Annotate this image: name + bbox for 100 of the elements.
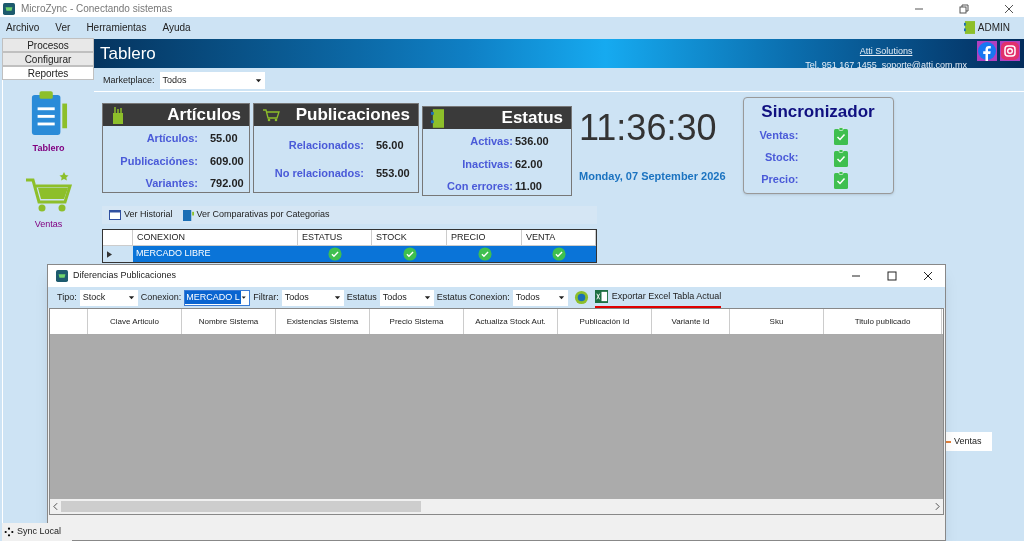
book-icon: [182, 209, 194, 221]
user-name: ADMIN: [977, 21, 1010, 35]
filter-label: Filtrar:: [253, 290, 279, 304]
sidebar-tab[interactable]: Reportes: [2, 66, 94, 80]
dropdown-arrow-icon: [127, 294, 135, 301]
dropdown-arrow-icon: [254, 77, 262, 84]
dropdown-arrow-icon: [557, 294, 565, 301]
column-header[interactable]: Titulo publicado: [824, 309, 942, 334]
instagram-icon[interactable]: [1000, 41, 1020, 61]
column-header[interactable]: CONEXION: [133, 230, 298, 245]
check-icon: [477, 247, 492, 261]
clock-time: 11:36:30: [579, 106, 718, 150]
stat-label: No relacionados:: [273, 166, 364, 181]
menu-item[interactable]: Archivo: [1, 20, 45, 35]
column-header[interactable]: Existencias Sistema: [276, 309, 370, 334]
stat-label: Artículos:: [145, 131, 198, 146]
legend-label: Ventas: [954, 434, 982, 448]
column-header[interactable]: Sku: [730, 309, 824, 334]
company-link[interactable]: Atti Solutions: [859, 45, 913, 59]
stat-label: Activas:: [469, 134, 513, 149]
clipboard-icon: [29, 90, 68, 138]
cart-icon: [262, 108, 280, 122]
stat-value: 553.00: [376, 166, 410, 181]
menu-item[interactable]: Ver: [50, 20, 76, 35]
sync-label: Stock:: [763, 150, 799, 166]
menu-item[interactable]: Ayuda: [157, 20, 196, 35]
horizontal-scrollbar[interactable]: [50, 499, 943, 514]
close-icon[interactable]: [923, 271, 933, 281]
field-label: Marketplace:: [103, 73, 155, 87]
contact-text: Tel. 951 167 1455 soporte@atti.com.mx: [805, 58, 967, 72]
card-title: Estatus: [501, 107, 563, 130]
column-header[interactable]: VENTA: [522, 230, 596, 245]
refresh-icon[interactable]: [573, 290, 589, 305]
scroll-left-icon[interactable]: [53, 503, 58, 510]
stat-label: Inactivas:: [461, 156, 513, 172]
stat-value: 56.00: [376, 137, 404, 153]
column-header[interactable]: Publicación Id: [558, 309, 652, 334]
facebook-icon[interactable]: [977, 41, 997, 61]
filter-dropdown[interactable]: Todos: [379, 289, 434, 306]
card-title: Artículos: [167, 104, 241, 127]
stat-value: 55.00: [210, 131, 238, 146]
sidebar-tab[interactable]: Procesos: [2, 38, 94, 52]
stat-value: 536.00: [515, 134, 549, 149]
card-title: Publicaciones: [295, 104, 410, 127]
stat-label: Con errores:: [445, 179, 513, 194]
filter-dropdown[interactable]: Todos: [512, 289, 568, 306]
spreadsheet-icon: [594, 290, 608, 303]
pencil-cup-icon: [111, 106, 125, 124]
check-icon: [328, 247, 342, 261]
filter-label: Conexion:: [140, 290, 182, 304]
restore-icon[interactable]: [959, 3, 969, 14]
scroll-right-icon[interactable]: [935, 503, 940, 510]
column-header[interactable]: Precio Sistema: [370, 309, 464, 334]
filter-dropdown[interactable]: MERCADO L: [184, 289, 251, 306]
dropdown-arrow-icon: [240, 294, 247, 301]
column-header[interactable]: Variante Id: [652, 309, 730, 334]
sidebar-item[interactable]: Ventas: [34, 217, 63, 231]
sync-label: Precio:: [760, 172, 799, 188]
stat-label: Publicaciónes:: [119, 153, 198, 169]
notebook-icon: [431, 108, 444, 128]
maximize-icon[interactable]: [887, 271, 897, 281]
app-icon: [3, 2, 15, 15]
history-button[interactable]: Ver Historial: [109, 208, 173, 222]
compare-button[interactable]: Ver Comparativas por Categorias: [182, 208, 330, 222]
clipboard-check-icon: [832, 148, 849, 167]
column-header[interactable]: STOCK: [372, 230, 447, 245]
column-header[interactable]: Actualiza Stock Aut.: [464, 309, 558, 334]
check-icon: [402, 247, 417, 261]
menu-item[interactable]: Herramientas: [81, 20, 152, 35]
clipboard-check-icon: [832, 170, 849, 189]
close-icon[interactable]: [1004, 3, 1014, 14]
dropdown-arrow-icon: [333, 294, 341, 301]
filter-dropdown[interactable]: Stock: [79, 289, 138, 306]
dialog-title: Diferencias Publicaciones: [73, 269, 177, 283]
sidebar-tab[interactable]: Configurar: [2, 52, 94, 66]
column-header[interactable]: ESTATUS: [298, 230, 372, 245]
clipboard-check-icon: [832, 126, 849, 145]
column-header[interactable]: Nombre Sistema: [182, 309, 276, 334]
page-title: Tablero: [100, 42, 156, 65]
export-button[interactable]: Exportar Excel Tabla Actual: [594, 287, 722, 308]
window-title: MicroZync - Conectando sistemas: [21, 2, 173, 16]
stat-value: 609.00: [210, 153, 244, 169]
status-text: Sync Local: [17, 525, 62, 539]
spinner-icon: [4, 527, 14, 537]
table-cell-text: MERCADO LIBRE: [135, 247, 212, 261]
dropdown-arrow-icon: [423, 294, 431, 301]
table-icon: [109, 210, 121, 220]
stat-label: Variantes:: [144, 176, 198, 191]
sync-label: Ventas:: [758, 128, 799, 144]
filter-label: Tipo:: [57, 290, 77, 304]
app-icon: [56, 270, 68, 282]
sidebar-item[interactable]: Tablero: [32, 142, 65, 156]
date-text: Monday, 07 September 2026: [579, 169, 726, 184]
filter-label: Estatus Conexion:: [436, 290, 510, 304]
column-header[interactable]: PRECIO: [447, 230, 522, 245]
notebook-icon: [963, 21, 975, 34]
column-header[interactable]: Clave Articulo: [88, 309, 182, 334]
marketplace-dropdown[interactable]: Todos: [159, 72, 265, 89]
row-pointer-icon: [107, 250, 112, 258]
filter-dropdown[interactable]: Todos: [281, 289, 344, 306]
